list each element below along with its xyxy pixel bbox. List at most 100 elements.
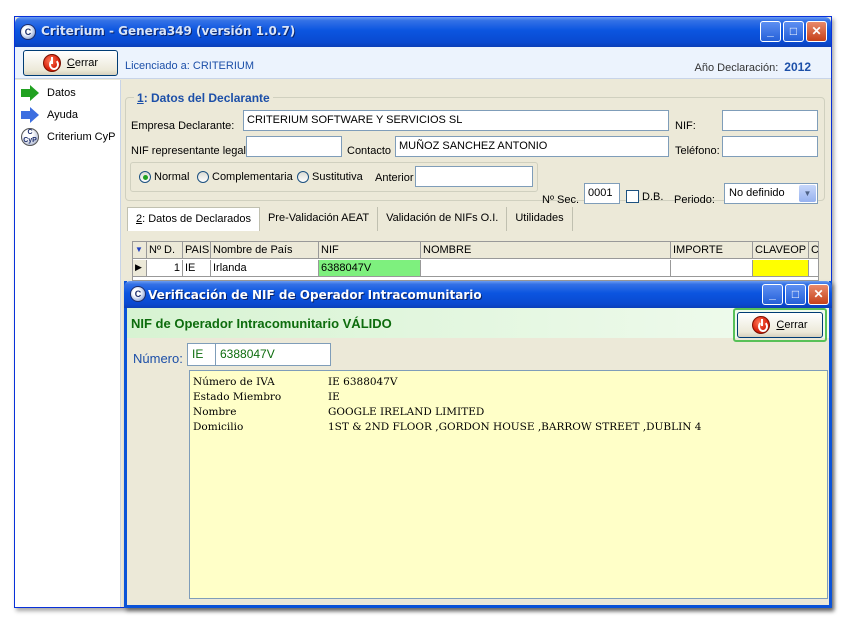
group-title-rest: : Datos del Declarante: [143, 91, 270, 105]
row-indicator-icon: ▶: [133, 260, 147, 277]
sidebar-item-criterium-cyp[interactable]: C CyP Criterium CyP: [21, 128, 115, 146]
nif-field[interactable]: [722, 110, 818, 131]
grid-sort-icon[interactable]: ▼: [133, 242, 147, 259]
cerrar-label-rest: errar: [784, 319, 808, 331]
radio-label: Sustitutiva: [312, 171, 363, 183]
sidebar-item-label: Ayuda: [47, 109, 78, 121]
declarante-group: 1: Datos del Declarante Empresa Declaran…: [125, 91, 825, 206]
nif-info-panel: Número de IVA IE 6388047V Estado Miembro I…: [189, 370, 828, 599]
dialog-cerrar-button[interactable]: Cerrar: [737, 312, 823, 338]
radio-normal[interactable]: Normal: [139, 171, 189, 183]
grid-cell[interactable]: 1: [147, 260, 183, 277]
close-window-button[interactable]: ✕: [808, 284, 829, 305]
info-value: IE 6388047V: [328, 376, 398, 388]
nsec-field[interactable]: 0001: [584, 183, 620, 204]
dialog-close-focus-ring: Cerrar: [733, 308, 827, 342]
validation-status-bar: NIF de Operador Intracomunitario VÁLIDO: [127, 308, 829, 338]
info-row: Estado Miembro IE: [193, 391, 824, 406]
numero-field[interactable]: IE 6388047V: [187, 343, 331, 366]
sidebar-item-label: Criterium CyP: [47, 131, 116, 143]
chevron-down-icon: ▼: [799, 185, 816, 202]
green-arrow-icon: [21, 85, 39, 101]
group-title-num: 1: [137, 91, 144, 105]
radio-label: Normal: [154, 171, 190, 183]
tab-label: : Datos de Declarados: [142, 213, 251, 225]
tab-utilidades[interactable]: Utilidades: [507, 207, 573, 231]
grid-header[interactable]: C: [809, 242, 818, 259]
declarados-grid: ▼ Nº D. PAIS Nombre de País NIF NOMBRE I…: [132, 241, 819, 281]
criterium-cyp-icon: C CyP: [21, 128, 39, 146]
tab-pre-validacion[interactable]: Pre-Validación AEAT: [260, 207, 379, 231]
grid-cell-nif[interactable]: 6388047V: [319, 260, 421, 277]
info-value: 1ST & 2ND FLOOR ,GORDON HOUSE ,BARROW ST…: [328, 421, 702, 433]
info-key: Domicilio: [193, 421, 244, 433]
sidebar-item-label: Datos: [47, 87, 76, 99]
empresa-label: Empresa Declarante:: [131, 120, 235, 132]
info-key: Estado Miembro: [193, 391, 282, 403]
grid-cell[interactable]: IE: [183, 260, 211, 277]
grid-cell[interactable]: [421, 260, 671, 277]
year-display: Año Declaración: 2012: [695, 60, 811, 74]
dialog-title: Verificación de NIF de Operador Intracom…: [148, 288, 482, 302]
anterior-field[interactable]: [415, 166, 533, 187]
nif-representante-field[interactable]: [246, 136, 342, 157]
grid-header[interactable]: Nombre de País: [211, 242, 319, 259]
field-divider: [215, 344, 216, 365]
telefono-field[interactable]: [722, 136, 818, 157]
grid-header[interactable]: NOMBRE: [421, 242, 671, 259]
info-row: Número de IVA IE 6388047V: [193, 376, 824, 391]
minimize-button[interactable]: _: [760, 21, 781, 42]
info-row: Nombre GOOGLE IRELAND LIMITED: [193, 406, 824, 421]
grid-cell[interactable]: Irlanda: [211, 260, 319, 277]
sidebar-item-datos[interactable]: Datos: [21, 84, 76, 102]
grid-header[interactable]: PAIS: [183, 242, 211, 259]
maximize-button[interactable]: □: [783, 21, 804, 42]
radio-complementaria[interactable]: Complementaria: [197, 171, 293, 183]
grid-cell[interactable]: [671, 260, 753, 277]
empresa-field[interactable]: CRITERIUM SOFTWARE Y SERVICIOS SL: [243, 110, 669, 131]
db-label: D.B.: [642, 190, 664, 203]
close-window-button[interactable]: ✕: [806, 21, 827, 42]
table-row[interactable]: ▶ 1 IE Irlanda 6388047V: [133, 260, 818, 277]
tab-validacion-nifs[interactable]: Validación de NIFs O.I.: [378, 207, 508, 231]
grid-header[interactable]: CLAVEOP: [753, 242, 809, 259]
radio-sustitutiva[interactable]: Sustitutiva: [297, 171, 363, 183]
anterior-label: Anterior: [375, 172, 414, 184]
info-value: GOOGLE IRELAND LIMITED: [328, 406, 485, 418]
nif-label: NIF:: [675, 120, 696, 132]
power-icon: [752, 316, 771, 334]
radio-dot: [139, 171, 151, 183]
periodo-select[interactable]: No definido ▼: [724, 183, 818, 204]
db-checkbox[interactable]: D.B.: [626, 190, 663, 203]
numero-label: Número:: [133, 351, 183, 366]
contacto-label: Contacto: [347, 145, 392, 157]
tab-datos-declarados[interactable]: 2: Datos de Declarados: [127, 207, 260, 231]
nif-verification-dialog: C Verificación de NIF de Operador Intrac…: [124, 281, 832, 608]
cerrar-button[interactable]: Cerrar: [23, 50, 118, 76]
grid-cell-claveop[interactable]: [753, 260, 809, 277]
info-value: IE: [328, 391, 340, 403]
maximize-button[interactable]: □: [785, 284, 806, 305]
minimize-button[interactable]: _: [762, 284, 783, 305]
grid-header[interactable]: IMPORTE: [671, 242, 753, 259]
grid-header[interactable]: NIF: [319, 242, 421, 259]
info-key: Número de IVA: [193, 376, 275, 388]
grid-cell[interactable]: [809, 260, 818, 277]
main-titlebar[interactable]: C Criterium - Genera349 (versión 1.0.7) …: [15, 17, 831, 47]
contacto-field[interactable]: MUÑOZ SANCHEZ ANTONIO: [395, 136, 669, 157]
telefono-label: Teléfono:: [675, 145, 720, 157]
dialog-titlebar[interactable]: C Verificación de NIF de Operador Intrac…: [124, 281, 832, 308]
cerrar-label-rest: errar: [74, 57, 99, 69]
nsec-label: Nº Sec.: [542, 194, 580, 206]
power-icon: [42, 54, 61, 72]
radio-dot: [297, 171, 309, 183]
grid-header[interactable]: Nº D.: [147, 242, 183, 259]
window-controls: _ □ ✕: [760, 21, 827, 42]
cerrar-label: Cerrar: [67, 57, 98, 69]
periodo-value: No definido: [729, 187, 785, 199]
year-value: 2012: [784, 60, 811, 74]
periodo-label: Periodo:: [674, 194, 715, 206]
checkbox-box: [626, 190, 639, 203]
country-code: IE: [192, 347, 204, 361]
sidebar-item-ayuda[interactable]: Ayuda: [21, 106, 78, 124]
